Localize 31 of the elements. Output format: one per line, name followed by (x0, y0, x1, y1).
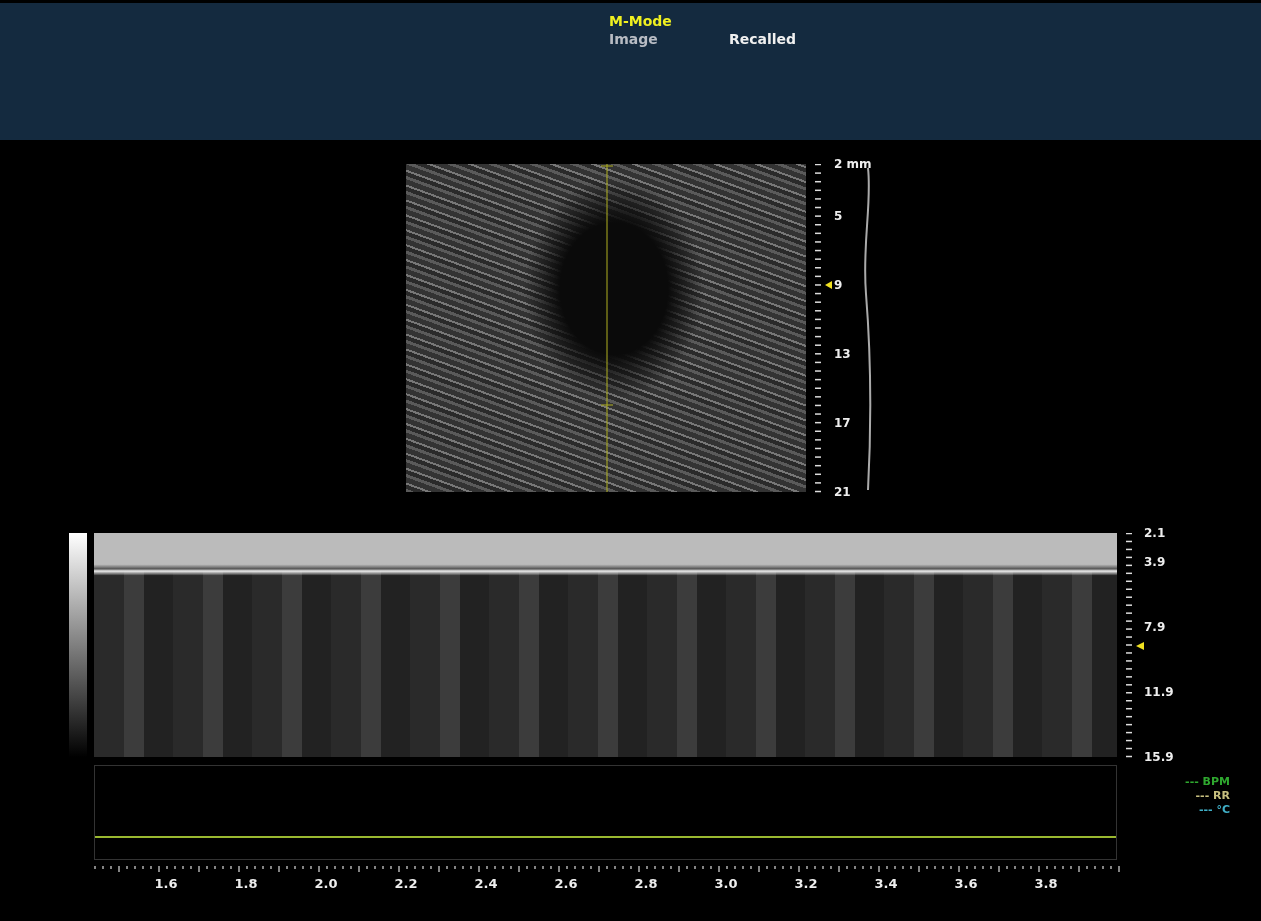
depth-label: 3.9 (1144, 555, 1166, 570)
time-label: 3.4 (874, 875, 898, 891)
depth-label: 11.9 (1144, 685, 1174, 700)
depth-label: 17 (834, 415, 851, 430)
time-label: 3.2 (794, 875, 818, 891)
marker-triangle-icon (825, 281, 832, 289)
depth-label: 5 (834, 208, 843, 223)
time-label: 2.2 (394, 875, 418, 891)
view-label: Image (609, 30, 659, 48)
depth-label: 15.9 (1144, 750, 1174, 764)
time-label: 2.0 (314, 875, 338, 891)
depth-label: 7.9 (1144, 620, 1166, 635)
status-label: Recalled (729, 30, 798, 48)
mode-label: M-Mode (609, 12, 673, 30)
time-label: 3.6 (954, 875, 978, 891)
legend-label: --- RR (1195, 789, 1230, 803)
marker-triangle-icon (1136, 642, 1144, 650)
time-label: 2.4 (474, 875, 498, 891)
depth-label: 2 mm (834, 157, 872, 171)
time-label: 3.0 (714, 875, 738, 891)
legend-label: --- BPM (1185, 775, 1230, 789)
depth-label: 2.1 (1144, 526, 1166, 540)
depth-label: 9 (834, 277, 843, 292)
depth-label: 21 (834, 485, 851, 499)
depth-label: 13 (834, 346, 851, 361)
time-label: 1.6 (154, 875, 178, 891)
time-label: 2.6 (554, 875, 578, 891)
legend-label: --- °C (1198, 803, 1230, 817)
time-label: 3.8 (1034, 875, 1058, 891)
time-label: 2.8 (634, 875, 658, 891)
time-label: 1.8 (234, 875, 258, 891)
